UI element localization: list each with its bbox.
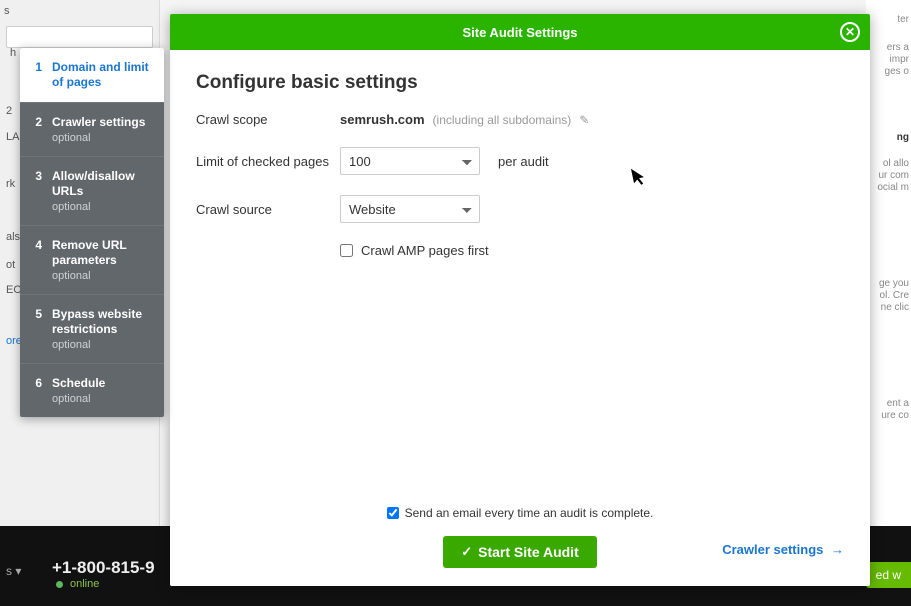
footer-chip-fragment: ed w: [866, 562, 911, 588]
wizard-step-title: Bypass website restrictions: [52, 307, 154, 337]
wizard-step-subtitle: optional: [52, 339, 154, 351]
footer-phone: +1-800-815-9: [52, 558, 155, 578]
amp-checkbox[interactable]: [340, 244, 353, 257]
site-audit-settings-modal: Site Audit Settings ✕ Configure basic se…: [170, 14, 870, 586]
close-icon: ✕: [845, 25, 855, 39]
wizard-step-title: Allow/disallow URLs: [52, 169, 154, 199]
wizard-step-4[interactable]: 4 Remove URL parameters optional: [20, 225, 164, 294]
wizard-step-title: Remove URL parameters: [52, 238, 154, 268]
crawl-scope-value: semrush.com: [340, 112, 425, 127]
wizard-step-number: 2: [30, 115, 42, 144]
wizard-step-subtitle: optional: [52, 393, 105, 405]
bg-left-text: rk: [2, 175, 19, 193]
next-link-label: Crawler settings: [722, 542, 823, 557]
crawl-scope-label: Crawl scope: [196, 112, 340, 127]
crawl-source-row: Crawl source Website: [196, 195, 870, 223]
start-button-label: Start Site Audit: [478, 544, 579, 560]
amp-label: Crawl AMP pages first: [361, 243, 489, 258]
wizard-step-title: Crawler settings: [52, 115, 145, 130]
pencil-icon[interactable]: ✎: [579, 113, 589, 127]
modal-header: Site Audit Settings ✕: [170, 14, 870, 50]
crawl-scope-note: (including all subdomains): [433, 113, 572, 127]
bg-left-text: ot: [2, 256, 19, 274]
wizard-step-3[interactable]: 3 Allow/disallow URLs optional: [20, 156, 164, 225]
wizard-step-subtitle: optional: [52, 201, 154, 213]
modal-title: Site Audit Settings: [462, 25, 577, 40]
crawl-scope-row: Crawl scope semrush.com (including all s…: [196, 112, 870, 127]
wizard-step-number: 4: [30, 238, 42, 282]
crawl-source-label: Crawl source: [196, 202, 340, 217]
amp-row: Crawl AMP pages first: [196, 243, 870, 258]
limit-select[interactable]: 100: [340, 147, 480, 175]
wizard-step-subtitle: optional: [52, 270, 154, 282]
bg-left-text: 2: [2, 102, 16, 120]
limit-label: Limit of checked pages: [196, 154, 340, 169]
wizard-steps: 1 Domain and limit of pages 2 Crawler setti…: [20, 48, 164, 417]
footer-dropdown-fragment: s ▾: [6, 564, 21, 578]
wizard-step-2[interactable]: 2 Crawler settings optional: [20, 102, 164, 156]
wizard-step-title: Schedule: [52, 376, 105, 391]
wizard-step-1[interactable]: 1 Domain and limit of pages: [20, 48, 164, 102]
wizard-step-number: 5: [30, 307, 42, 351]
wizard-step-title: Domain and limit of pages: [52, 60, 154, 90]
modal-footer: Send an email every time an audit is com…: [170, 506, 870, 568]
wizard-step-6[interactable]: 6 Schedule optional: [20, 363, 164, 417]
bg-left-text: s: [0, 2, 159, 20]
email-checkbox[interactable]: [387, 507, 399, 519]
wizard-step-number: 6: [30, 376, 42, 405]
crawler-settings-link[interactable]: Crawler settings →: [722, 542, 844, 557]
check-icon: ✓: [461, 544, 472, 560]
wizard-step-subtitle: optional: [52, 132, 145, 144]
email-checkbox-wrap[interactable]: Send an email every time an audit is com…: [387, 506, 654, 520]
footer-status: online: [70, 578, 99, 590]
wizard-step-5[interactable]: 5 Bypass website restrictions optional: [20, 294, 164, 363]
modal-body: Configure basic settings Crawl scope sem…: [170, 50, 870, 258]
status-dot-icon: [56, 581, 63, 588]
crawl-source-select[interactable]: Website: [340, 195, 480, 223]
wizard-step-number: 1: [30, 60, 42, 90]
amp-checkbox-wrap[interactable]: Crawl AMP pages first: [340, 243, 489, 258]
start-site-audit-button[interactable]: ✓ Start Site Audit: [443, 536, 597, 568]
modal-heading: Configure basic settings: [196, 72, 870, 94]
background-right-panel: ter ers a impr ges o ng ol allo ur com o…: [866, 0, 911, 606]
email-label: Send an email every time an audit is com…: [405, 506, 654, 520]
limit-suffix: per audit: [498, 154, 549, 169]
wizard-step-number: 3: [30, 169, 42, 213]
bg-left-text: h: [6, 44, 20, 62]
limit-row: Limit of checked pages 100 per audit: [196, 147, 870, 175]
arrow-right-icon: →: [831, 542, 844, 557]
close-button[interactable]: ✕: [840, 22, 860, 42]
